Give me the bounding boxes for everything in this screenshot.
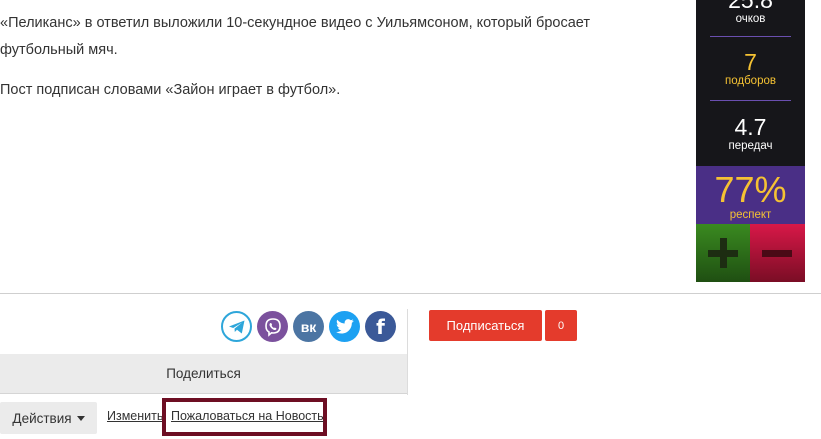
player-stats-widget: 25.8 очков 7 подборов 4.7 передач 77% ре…: [696, 0, 805, 282]
actions-label: Действия: [12, 410, 72, 426]
article-paragraph: Пост подписан словами «Зайон играет в фу…: [0, 82, 341, 98]
twitter-icon: [335, 319, 354, 334]
respect-label: респект: [729, 209, 772, 221]
minus-icon: [762, 250, 792, 257]
twitter-share-button[interactable]: [329, 311, 360, 342]
stat-points: 25.8 очков: [696, 0, 805, 26]
viber-icon: [264, 317, 281, 337]
stat-label: очков: [735, 13, 766, 25]
respect-rating: 77% респект: [696, 166, 805, 224]
vertical-divider: [407, 309, 408, 395]
edit-link[interactable]: Изменить: [107, 409, 163, 423]
respect-value: 77%: [714, 169, 787, 210]
stat-value: 7: [744, 49, 757, 75]
stat-divider: [710, 100, 791, 101]
share-button[interactable]: Поделиться: [0, 354, 407, 394]
subscribe-label: Подписаться: [446, 318, 525, 333]
plus-icon: [708, 238, 738, 268]
article-body: «Пеликанс» в ответил выложили 10-секундн…: [0, 10, 650, 104]
viber-share-button[interactable]: [257, 311, 288, 342]
stat-label: подборов: [725, 75, 776, 87]
subscriber-count-badge: 0: [545, 310, 577, 341]
stat-value: 4.7: [734, 114, 767, 140]
caret-down-icon: [76, 416, 85, 421]
share-label: Поделиться: [166, 366, 241, 381]
article-paragraph: «Пеликанс» в ответил выложили 10-секундн…: [0, 15, 591, 58]
vk-icon: вк: [300, 318, 317, 335]
stat-label: передач: [728, 140, 773, 152]
telegram-share-button[interactable]: [221, 311, 252, 342]
facebook-icon: f: [376, 314, 385, 339]
stat-rebounds: 7 подборов: [696, 50, 805, 88]
stat-value: 25.8: [728, 0, 773, 13]
vote-minus-button[interactable]: [750, 224, 805, 282]
stat-assists: 4.7 передач: [696, 115, 805, 153]
telegram-icon: [228, 320, 244, 333]
facebook-share-button[interactable]: f: [365, 311, 396, 342]
subscribe-button[interactable]: Подписаться: [429, 310, 542, 341]
report-news-link[interactable]: Пожаловаться на Новость: [171, 409, 324, 423]
subscriber-count: 0: [557, 319, 565, 332]
actions-dropdown[interactable]: Действия: [0, 402, 97, 434]
stat-divider: [710, 36, 791, 37]
vk-share-button[interactable]: вк: [293, 311, 324, 342]
vote-plus-button[interactable]: [696, 224, 750, 282]
section-divider: [0, 293, 821, 294]
